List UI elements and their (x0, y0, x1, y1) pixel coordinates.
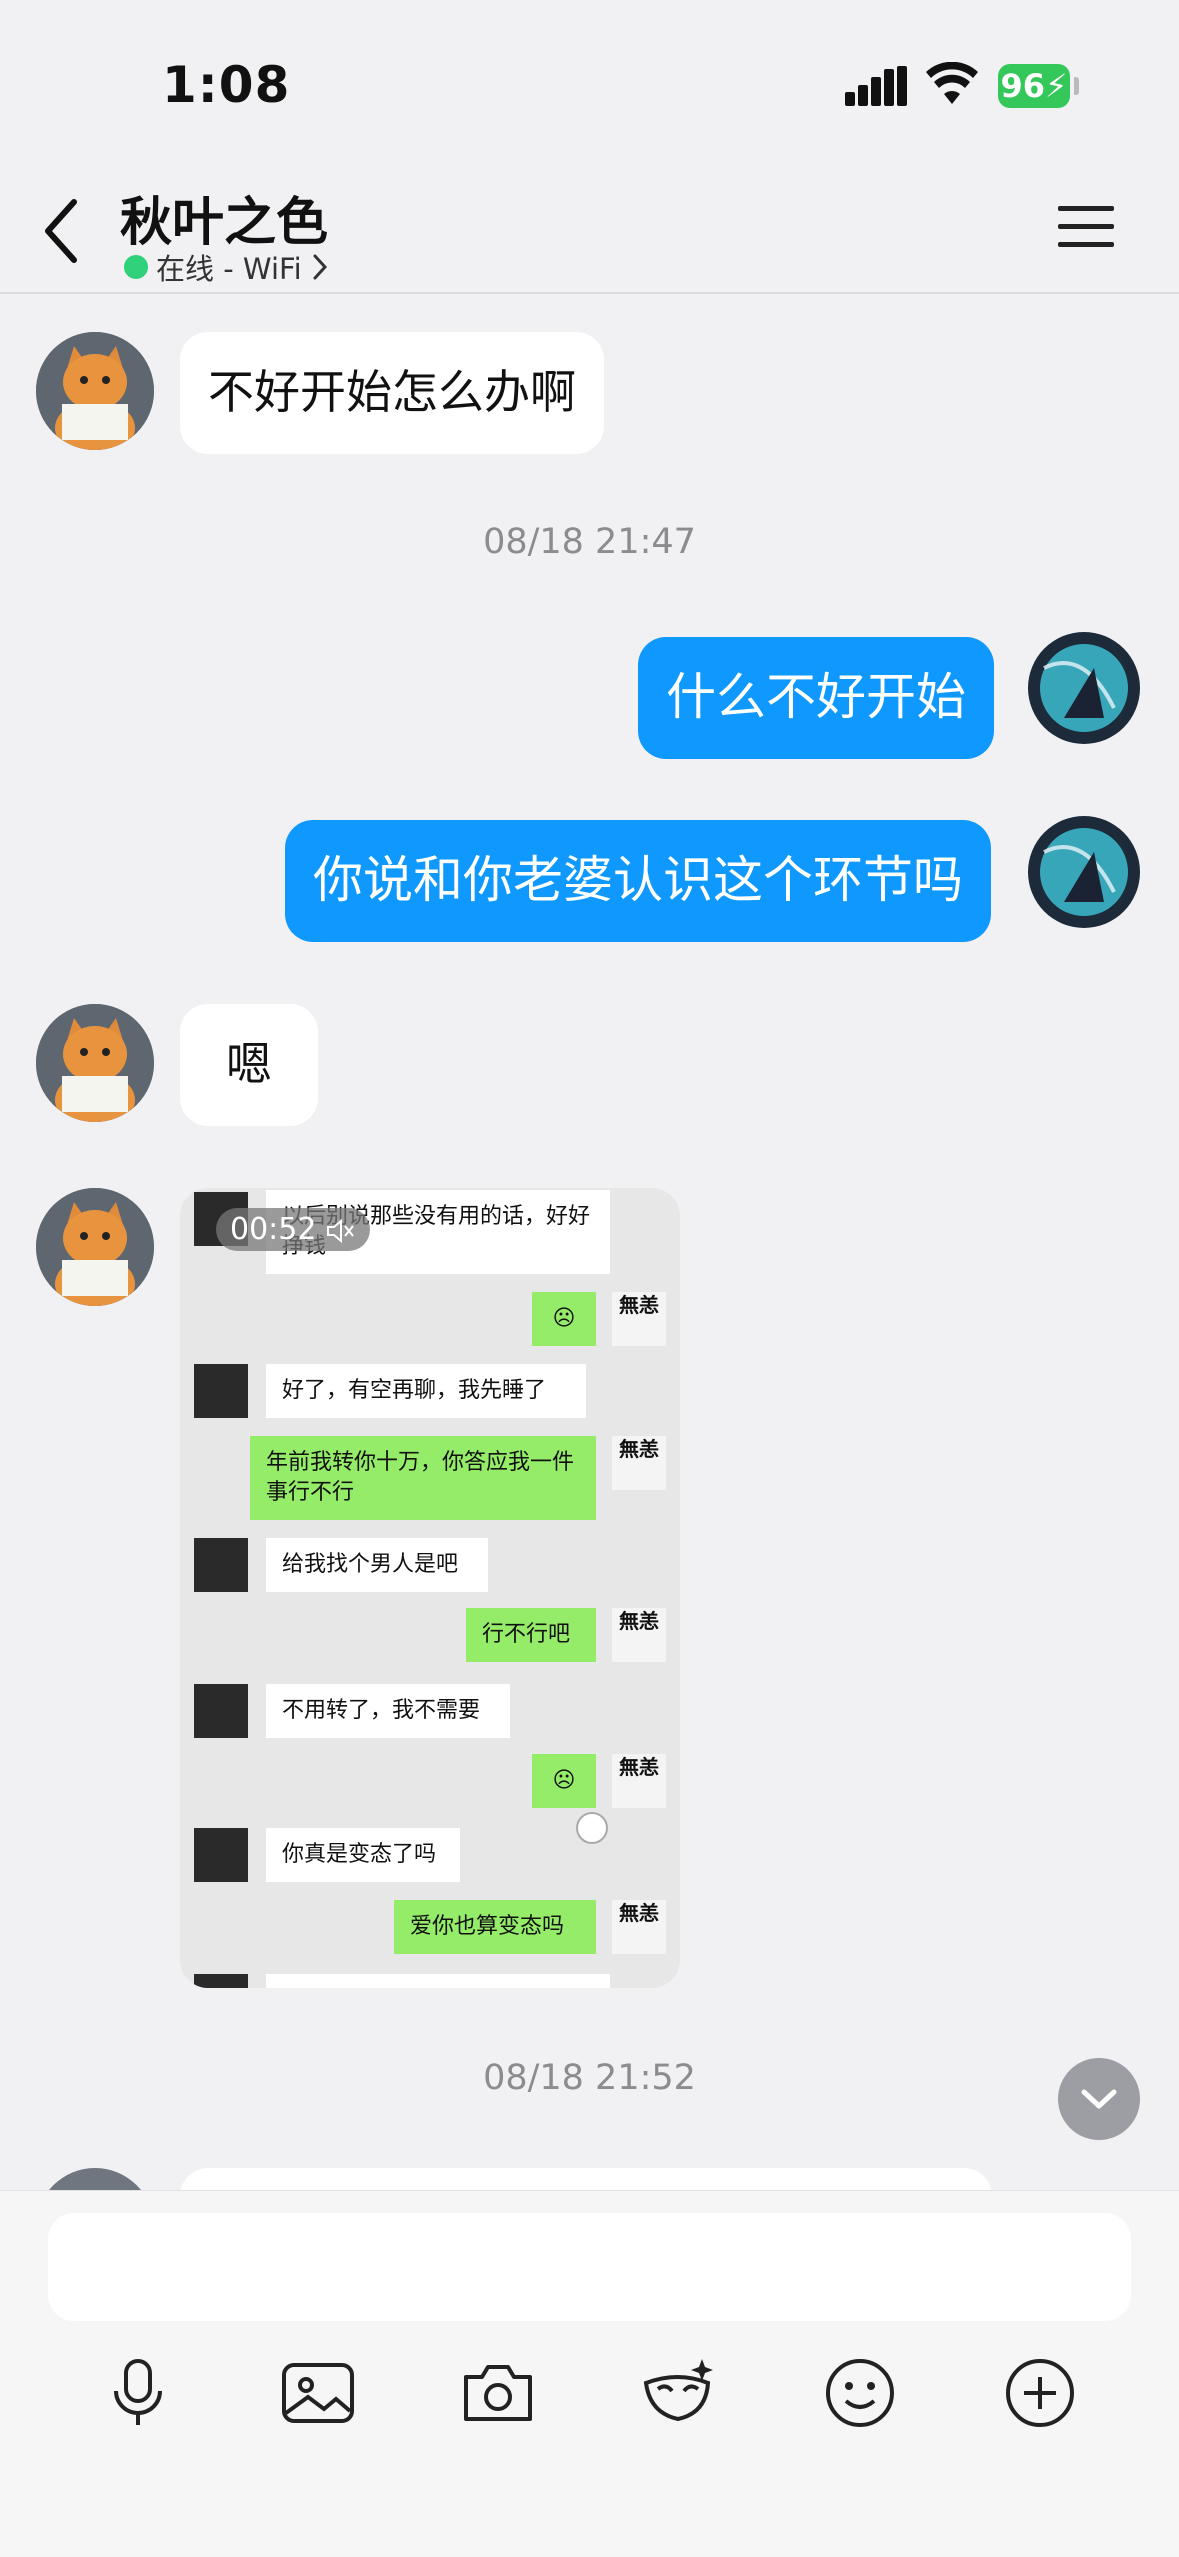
chat-header: 秋叶之色 在线 - WiFi (0, 170, 1179, 294)
wechat-avatar-left (194, 1974, 248, 1988)
wechat-avatar-right: 無恙 (612, 1436, 666, 1490)
plus-icon[interactable] (1000, 2353, 1080, 2433)
wechat-bubble-in: 你真是变态了吗 (266, 1828, 460, 1882)
wechat-avatar-left (194, 1538, 248, 1592)
message-timestamp: 08/18 21:47 (483, 522, 696, 562)
emoji-icon[interactable] (820, 2353, 900, 2433)
wechat-bubble-in: 给我找个男人是吧 (266, 1538, 488, 1592)
contact-name[interactable]: 秋叶之色 (120, 180, 328, 255)
wifi-icon (926, 62, 978, 104)
wechat-bubble-out: 年前我转你十万，你答应我一件事行不行 (250, 1436, 596, 1520)
online-status[interactable]: 在线 - WiFi (124, 246, 328, 288)
contact-avatar[interactable] (36, 1004, 154, 1122)
menu-icon[interactable] (1058, 204, 1114, 248)
microphone-icon[interactable] (98, 2353, 178, 2433)
wechat-avatar-right: 無恙 (612, 1608, 666, 1662)
video-duration-text: 00:52 (230, 1212, 317, 1247)
chevron-right-icon (313, 254, 327, 280)
cat-avatar-icon (36, 1004, 154, 1122)
image-icon[interactable] (278, 2353, 358, 2433)
avatar-glyph: 無恙 (619, 1437, 659, 1461)
wechat-avatar-right: 無恙 (612, 1900, 666, 1954)
wechat-avatar-left (194, 1684, 248, 1738)
video-duration: 00:52 (216, 1208, 371, 1251)
clock: 1:08 (162, 56, 291, 114)
battery-indicator: 96⚡ (998, 64, 1070, 108)
message-bubble-outgoing[interactable]: 你说和你老婆认识这个环节吗 (285, 820, 991, 942)
input-bar (0, 2190, 1179, 2557)
chevron-down-icon (1081, 2089, 1117, 2109)
contact-avatar[interactable] (36, 1188, 154, 1306)
wechat-bubble-out: ☹ (532, 1754, 596, 1808)
wechat-bubble-in (266, 1974, 610, 1988)
status-bar: 1:08 96⚡ (0, 0, 1179, 170)
message-timestamp: 08/18 21:52 (483, 2058, 696, 2098)
battery-level: 96 (1000, 67, 1046, 105)
avatar-glyph: 無恙 (619, 1901, 659, 1925)
my-avatar[interactable] (1004, 792, 1154, 942)
cat-avatar-icon (36, 332, 154, 450)
message-bubble-incoming[interactable]: 不好开始怎么办啊 (180, 332, 604, 454)
mute-icon[interactable] (326, 1218, 356, 1244)
message-bubble-outgoing[interactable]: 什么不好开始 (638, 637, 994, 759)
wechat-avatar-right: 無恙 (612, 1754, 666, 1808)
wechat-bubble-in: 好了，有空再聊，我先睡了 (266, 1364, 586, 1418)
cat-avatar-icon (36, 1188, 154, 1306)
signal-icon (845, 66, 907, 106)
contact-avatar[interactable] (36, 332, 154, 450)
avatar-glyph: 無恙 (619, 1755, 659, 1779)
wechat-avatar-left (194, 1364, 248, 1418)
wechat-avatar-right: 無恙 (612, 1292, 666, 1346)
wechat-avatar-left (194, 1828, 248, 1882)
wechat-bubble-in: 不用转了，我不需要 (266, 1684, 510, 1738)
camera-icon[interactable] (458, 2353, 538, 2433)
online-dot-icon (124, 255, 148, 279)
message-input[interactable] (48, 2213, 1131, 2321)
back-arrow-icon[interactable] (40, 196, 80, 266)
battery-nub (1074, 77, 1079, 95)
scroll-to-bottom-button[interactable] (1058, 2058, 1140, 2140)
avatar-glyph: 無恙 (619, 1293, 659, 1317)
my-avatar[interactable] (1004, 608, 1154, 758)
wechat-bubble-out: 爱你也算变态吗 (394, 1900, 596, 1954)
online-status-text: 在线 - WiFi (156, 252, 302, 286)
select-circle[interactable] (576, 1812, 608, 1844)
avatar-glyph: 無恙 (619, 1609, 659, 1633)
video-message-card[interactable]: 以后别说那些没有用的话，好好挣钱 ☹ 無恙 好了，有空再聊，我先睡了 年前我转你… (180, 1188, 680, 1988)
message-bubble-incoming[interactable]: 嗯 (180, 1004, 318, 1126)
wechat-bubble-out: 行不行吧 (466, 1608, 596, 1662)
mask-icon[interactable] (638, 2353, 718, 2433)
wechat-bubble-out: ☹ (532, 1292, 596, 1346)
